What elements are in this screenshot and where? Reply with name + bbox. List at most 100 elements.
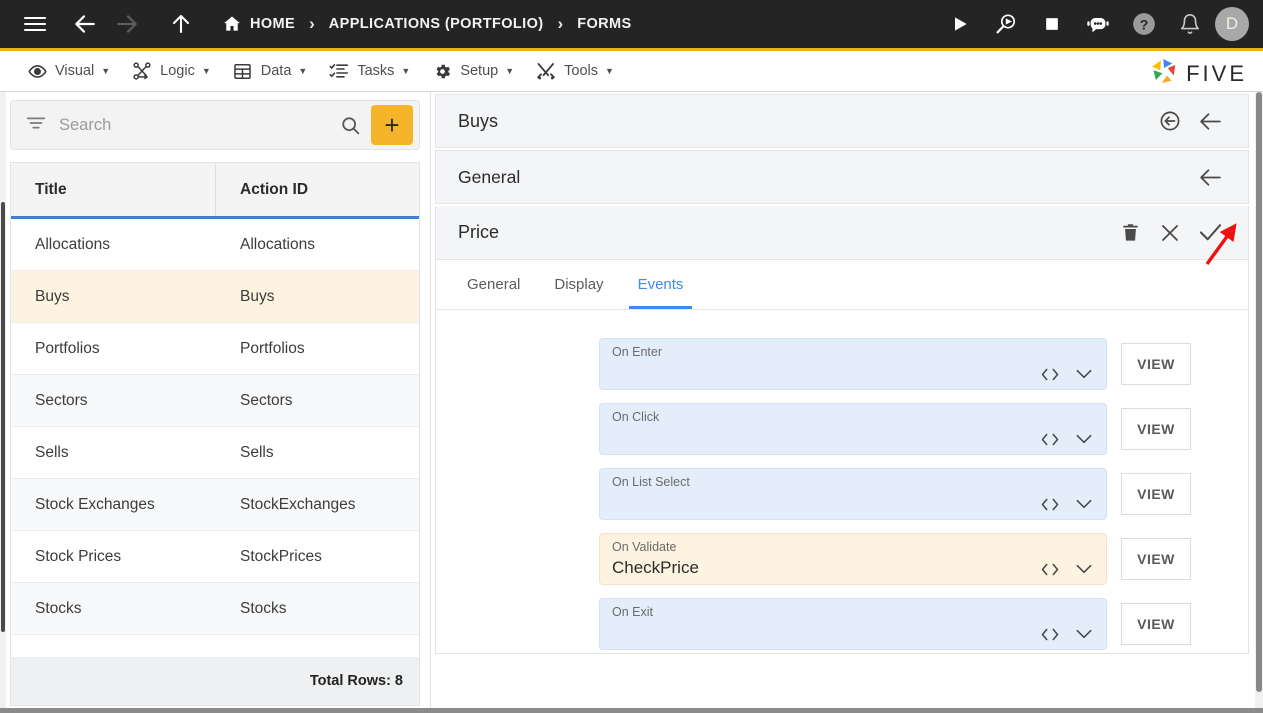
event-field-controls xyxy=(1040,496,1094,512)
cell-title: Stock Exchanges xyxy=(35,495,155,513)
search-bar[interactable]: + xyxy=(10,100,420,150)
menu-label-logic: Logic xyxy=(160,63,195,79)
brand-logo: FIVE xyxy=(1149,56,1247,91)
table-row[interactable]: Stocks Stocks xyxy=(11,583,419,636)
column-header-title[interactable]: Title xyxy=(11,163,216,217)
view-button[interactable]: VIEW xyxy=(1121,343,1191,385)
debug-icon[interactable] xyxy=(989,7,1023,41)
run-icon[interactable] xyxy=(943,7,977,41)
back-arrow-icon[interactable] xyxy=(68,7,102,41)
menu-item-data[interactable]: Data ▼ xyxy=(222,51,319,91)
table-row[interactable]: Portfolios Portfolios xyxy=(11,323,419,376)
chevron-down-icon[interactable] xyxy=(1074,366,1094,382)
form-title: Buys xyxy=(458,110,499,131)
chevron-down-icon: ▼ xyxy=(298,66,308,76)
collapse-left-arrow-icon[interactable] xyxy=(1190,157,1230,197)
code-brackets-icon[interactable] xyxy=(1040,562,1060,577)
event-field-on-click[interactable]: On Click xyxy=(599,403,1107,455)
bottom-scrollbar[interactable] xyxy=(0,708,1263,713)
code-brackets-icon[interactable] xyxy=(1040,627,1060,642)
cell-action-id: Stocks xyxy=(240,599,287,617)
event-field-on-list-select[interactable]: On List Select xyxy=(599,468,1107,520)
menu-label-tools: Tools xyxy=(564,63,598,79)
hamburger-menu-icon[interactable] xyxy=(18,7,52,41)
stop-icon[interactable] xyxy=(1035,7,1069,41)
form-editor-panel: Buys General Price General Display Event… xyxy=(430,92,1253,713)
forms-table: Title Action ID Allocations Allocations Bu… xyxy=(10,162,420,706)
table-row[interactable]: Allocations Allocations xyxy=(11,219,419,272)
menu-item-logic[interactable]: Logic ▼ xyxy=(121,51,222,91)
event-field-label: On Click xyxy=(612,410,660,424)
event-field-controls xyxy=(1040,626,1094,642)
table-row[interactable]: Sells Sells xyxy=(11,427,419,480)
chevron-down-icon[interactable] xyxy=(1074,496,1094,512)
table-empty-row xyxy=(11,635,419,657)
view-button[interactable]: VIEW xyxy=(1121,538,1191,580)
close-x-icon[interactable] xyxy=(1150,213,1190,253)
chevron-down-icon[interactable] xyxy=(1074,561,1094,577)
save-check-icon[interactable] xyxy=(1190,213,1230,253)
up-arrow-icon[interactable] xyxy=(164,7,198,41)
menu-label-visual: Visual xyxy=(55,63,95,79)
general-section-title: General xyxy=(458,166,521,187)
filter-icon[interactable] xyxy=(25,112,47,139)
right-scrollbar[interactable] xyxy=(1255,92,1263,713)
cell-action-id: Allocations xyxy=(240,235,315,253)
collapse-left-arrow-icon[interactable] xyxy=(1190,101,1230,141)
menu-item-visual[interactable]: Visual ▼ xyxy=(16,51,121,91)
event-field-on-enter[interactable]: On Enter xyxy=(599,338,1107,390)
forward-arrow-icon xyxy=(110,7,144,41)
search-input[interactable] xyxy=(59,115,335,135)
menu-label-data: Data xyxy=(260,63,292,79)
breadcrumb-applications[interactable]: APPLICATIONS (PORTFOLIO) xyxy=(329,16,544,32)
user-avatar[interactable]: D xyxy=(1215,7,1249,41)
table-row[interactable]: Sectors Sectors xyxy=(11,375,419,428)
chevron-down-icon: ▼ xyxy=(201,66,211,76)
code-brackets-icon[interactable] xyxy=(1040,497,1060,512)
add-form-button[interactable]: + xyxy=(371,105,413,145)
home-icon[interactable] xyxy=(220,7,244,41)
revert-circle-arrow-icon[interactable] xyxy=(1150,101,1190,141)
event-field-on-validate[interactable]: On Validate CheckPrice xyxy=(599,533,1107,585)
event-field-label: On Exit xyxy=(612,605,653,619)
cell-title: Buys xyxy=(35,287,70,305)
breadcrumb-separator: › xyxy=(557,14,564,33)
table-grid-icon xyxy=(233,61,253,81)
event-field-on-exit[interactable]: On Exit xyxy=(599,598,1107,650)
chevron-down-icon[interactable] xyxy=(1074,626,1094,642)
view-button[interactable]: VIEW xyxy=(1121,603,1191,645)
events-list: On Enter VIEW On Click VIEW On List Select VI… xyxy=(436,310,1248,650)
chevron-down-icon[interactable] xyxy=(1074,431,1094,447)
table-row[interactable]: Stock Prices StockPrices xyxy=(11,531,419,584)
column-header-action-id[interactable]: Action ID xyxy=(216,163,419,216)
event-field-label: On Validate xyxy=(612,540,677,554)
cell-action-id: StockPrices xyxy=(240,547,322,565)
event-field-controls xyxy=(1040,431,1094,447)
flow-nodes-icon xyxy=(132,61,152,81)
table-row[interactable]: Buys Buys xyxy=(11,271,419,324)
view-button[interactable]: VIEW xyxy=(1121,408,1191,450)
gear-icon xyxy=(432,61,452,81)
total-rows-label: Total Rows: 8 xyxy=(11,657,419,705)
table-row[interactable]: Stock Exchanges StockExchanges xyxy=(11,479,419,532)
chatbot-icon[interactable] xyxy=(1081,7,1115,41)
forms-list-panel: + Title Action ID AllocationsAllocations… xyxy=(6,92,424,713)
tab-display[interactable]: Display xyxy=(545,276,612,309)
code-brackets-icon[interactable] xyxy=(1040,367,1060,382)
notifications-bell-icon[interactable] xyxy=(1173,7,1207,41)
delete-trash-icon[interactable] xyxy=(1110,213,1150,253)
code-brackets-icon[interactable] xyxy=(1040,432,1060,447)
menu-item-tools[interactable]: Tools ▼ xyxy=(525,51,625,91)
breadcrumb-home[interactable]: HOME xyxy=(250,16,295,32)
help-icon[interactable]: ? xyxy=(1127,7,1161,41)
search-icon[interactable] xyxy=(335,115,365,136)
menu-item-setup[interactable]: Setup ▼ xyxy=(421,51,525,91)
brand-name: FIVE xyxy=(1186,60,1247,86)
tab-general[interactable]: General xyxy=(458,276,529,309)
breadcrumb-forms[interactable]: FORMS xyxy=(577,16,631,32)
event-row: On Exit VIEW xyxy=(599,598,1248,650)
tab-events[interactable]: Events xyxy=(628,276,693,309)
menu-item-tasks[interactable]: Tasks ▼ xyxy=(318,51,421,91)
view-button[interactable]: VIEW xyxy=(1121,473,1191,515)
cell-title: Stock Prices xyxy=(35,547,122,565)
